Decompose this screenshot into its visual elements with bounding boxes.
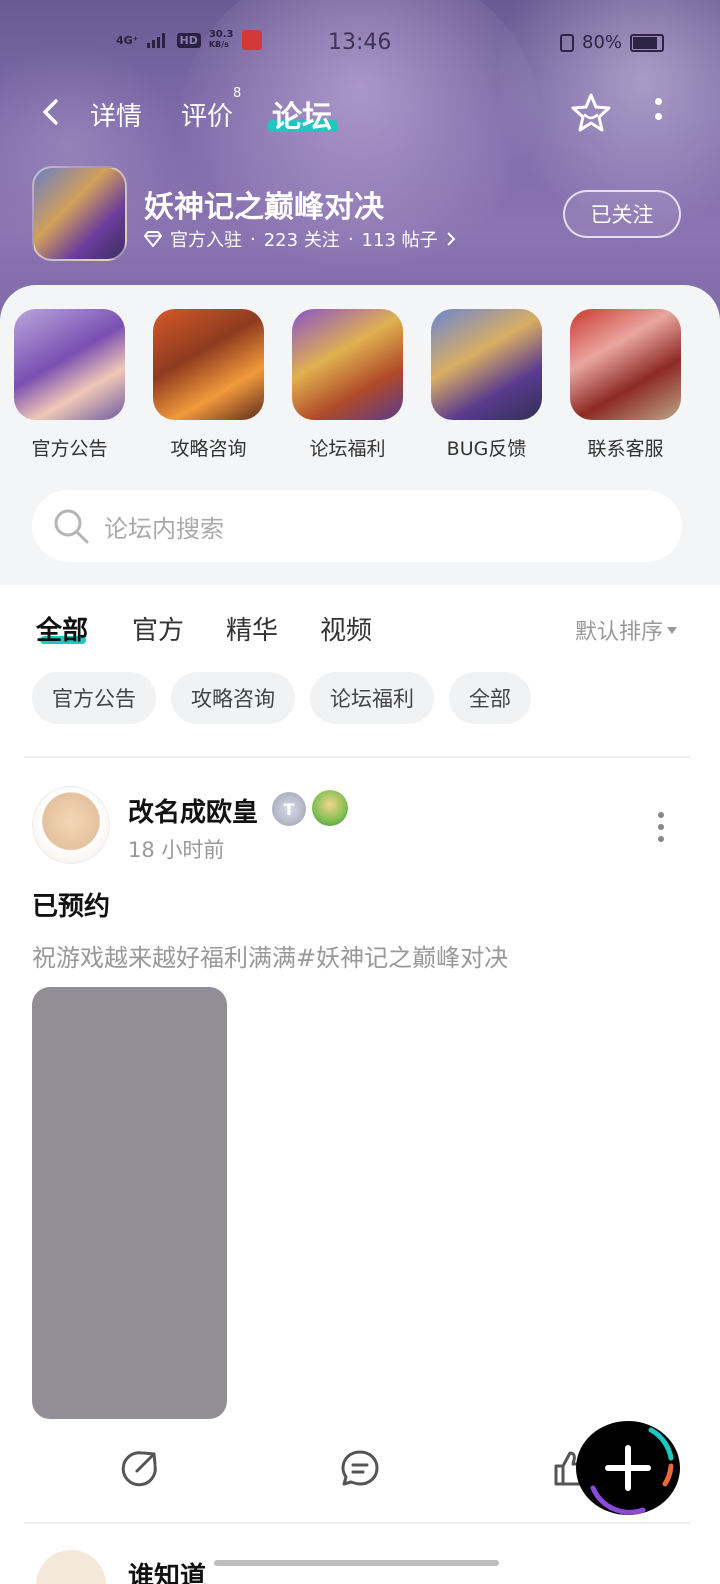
create-post-button[interactable] <box>573 1418 683 1518</box>
battery-percent: 80% <box>582 32 623 53</box>
follow-button[interactable]: 已关注 <box>563 190 681 238</box>
share-icon[interactable] <box>120 1448 160 1488</box>
chip-welfare[interactable]: 论坛福利 <box>310 672 434 724</box>
tab-reviews[interactable]: 评价 <box>181 96 233 133</box>
chevron-right-icon <box>446 232 456 246</box>
search-input[interactable]: 论坛内搜索 <box>32 490 682 562</box>
filter-tab-featured[interactable]: 精华 <box>226 610 278 647</box>
caret-down-icon <box>667 626 678 634</box>
separator-dot: · <box>347 228 354 250</box>
post-timestamp: 18 小时前 <box>128 838 225 862</box>
favorite-star-icon[interactable] <box>570 92 612 134</box>
scroll-indicator <box>214 1560 499 1566</box>
level-badge: T <box>272 792 306 826</box>
hd-badge: HD <box>176 32 201 48</box>
section-chips: 官方公告 攻略咨询 论坛福利 全部 <box>32 672 531 724</box>
user-badge-icon <box>312 790 348 826</box>
post-username[interactable]: 改名成欧皇 <box>128 792 258 829</box>
app-notification-icon <box>241 30 262 50</box>
reviews-count-badge: 8 <box>233 86 242 101</box>
post-image[interactable] <box>32 987 227 1419</box>
filter-tab-all[interactable]: 全部 <box>36 610 88 647</box>
post-more-icon[interactable] <box>654 812 668 842</box>
game-title: 妖神记之巅峰对决 <box>144 190 384 225</box>
post-body[interactable]: 祝游戏越来越好福利满满#妖神记之巅峰对决 <box>32 938 508 973</box>
post-title[interactable]: 已预约 <box>32 886 110 923</box>
network-indicator: 4G⁺ <box>116 33 139 47</box>
category-thumbnail <box>153 309 264 420</box>
category-thumbnail <box>14 309 125 420</box>
comment-icon[interactable] <box>340 1448 380 1488</box>
sort-dropdown[interactable]: 默认排序 <box>575 614 678 646</box>
category-label: 联系客服 <box>587 438 664 460</box>
sort-label: 默认排序 <box>575 620 664 645</box>
category-thumbnail <box>292 309 403 420</box>
tab-forum[interactable]: 论坛 <box>272 92 332 136</box>
status-right: 80% <box>560 32 665 53</box>
avatar[interactable] <box>32 786 110 864</box>
divider <box>24 1522 690 1524</box>
tab-details[interactable]: 详情 <box>90 96 142 133</box>
avatar[interactable] <box>36 1550 106 1584</box>
category-strategy[interactable]: 攻略咨询 <box>139 309 278 461</box>
more-options-icon[interactable] <box>648 98 668 128</box>
chip-official[interactable]: 官方公告 <box>32 672 156 724</box>
category-label: 论坛福利 <box>309 438 386 460</box>
back-arrow-icon[interactable] <box>38 98 66 126</box>
category-thumbnail <box>570 309 681 420</box>
category-list: 官方公告 攻略咨询 论坛福利 BUG反馈 联系客服 <box>0 309 720 461</box>
category-welfare[interactable]: 论坛福利 <box>278 309 417 461</box>
search-icon <box>54 509 89 544</box>
post-username[interactable]: 谁知道 <box>128 1556 206 1584</box>
status-bar: 4G⁺ HD 30.3 KB/s 13:46 80% <box>0 0 720 90</box>
followers-count: 223 关注 <box>263 230 340 251</box>
game-meta[interactable]: 官方入驻 · 223 关注 · 113 帖子 <box>144 226 456 252</box>
category-label: 官方公告 <box>31 438 108 460</box>
forum-sections-card: 官方公告 攻略咨询 论坛福利 BUG反馈 联系客服 论坛内搜索 <box>0 285 720 585</box>
network-speed: 30.3 KB/s <box>208 29 234 50</box>
battery-icon <box>630 33 665 52</box>
filter-tab-video[interactable]: 视频 <box>320 610 372 647</box>
category-label: BUG反馈 <box>446 438 527 460</box>
divider <box>24 756 690 758</box>
status-left: 4G⁺ HD 30.3 KB/s <box>116 30 262 50</box>
game-icon[interactable] <box>32 166 127 261</box>
category-bug-report[interactable]: BUG反馈 <box>417 309 556 461</box>
separator-dot: · <box>250 228 256 250</box>
top-nav: 详情 评价 8 论坛 <box>0 86 720 138</box>
search-placeholder: 论坛内搜索 <box>104 514 224 543</box>
official-label: 官方入驻 <box>170 230 242 251</box>
chip-all[interactable]: 全部 <box>449 672 531 724</box>
signal-icon <box>146 33 165 48</box>
category-label: 攻略咨询 <box>170 438 247 460</box>
filter-tabs: 全部 官方 精华 视频 默认排序 <box>0 600 720 656</box>
chip-strategy[interactable]: 攻略咨询 <box>171 672 295 724</box>
category-customer-service[interactable]: 联系客服 <box>556 309 695 461</box>
vibrate-icon <box>560 33 574 52</box>
diamond-icon <box>144 231 162 247</box>
clock: 13:46 <box>328 30 392 55</box>
category-official-announcements[interactable]: 官方公告 <box>0 309 139 461</box>
filter-tab-official[interactable]: 官方 <box>132 610 184 647</box>
posts-count: 113 帖子 <box>361 230 438 251</box>
category-thumbnail <box>431 309 542 420</box>
